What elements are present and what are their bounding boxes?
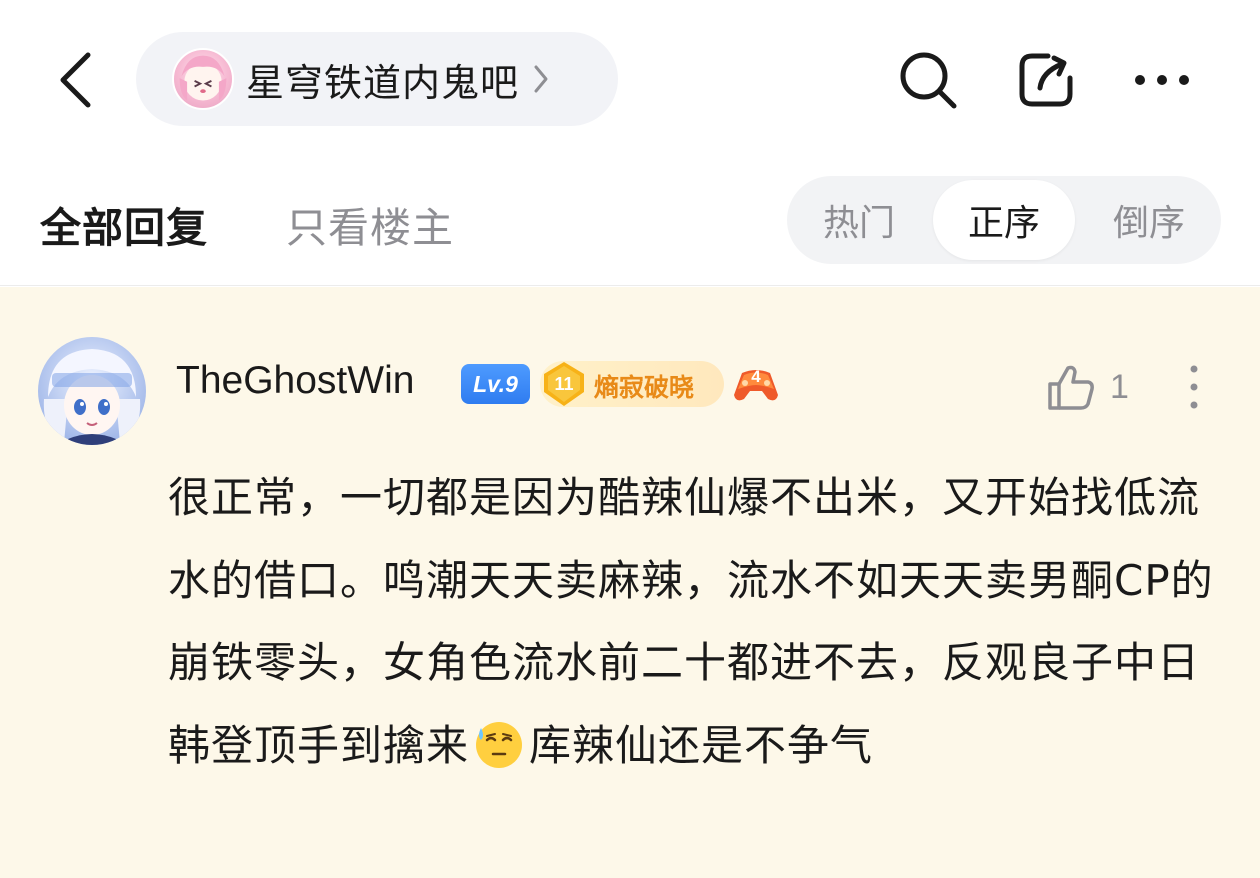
username[interactable]: TheGhostWin — [176, 359, 414, 403]
fan-level: 11 — [554, 373, 574, 394]
top-bar: 星穹铁道内鬼吧 — [0, 0, 1260, 160]
fan-title: 熵寂破晓 — [594, 373, 695, 402]
forum-avatar — [172, 48, 234, 110]
avatar[interactable] — [38, 337, 146, 445]
level-badge: Lv.9 — [461, 364, 530, 404]
tab-all-replies[interactable]: 全部回复 — [40, 194, 208, 254]
thumbs-up-icon — [1048, 365, 1094, 410]
fan-badge[interactable]: 11 熵寂破晓 — [540, 361, 724, 407]
sort-descending-button[interactable]: 倒序 — [1077, 180, 1221, 260]
more-button[interactable] — [1122, 40, 1202, 120]
reply-filter-bar: 全部回复 只看楼主 热门 正序 倒序 — [0, 160, 1260, 286]
more-vertical-icon — [1190, 365, 1198, 409]
sort-ascending-button[interactable]: 正序 — [933, 180, 1075, 260]
share-button[interactable] — [1006, 40, 1086, 120]
reply-more-button[interactable] — [1174, 357, 1214, 417]
sweat-smirk-emoji-icon — [476, 721, 523, 768]
like-count: 1 — [1110, 367, 1129, 406]
search-button[interactable] — [888, 40, 968, 120]
forum-entry-button[interactable]: 星穹铁道内鬼吧 — [136, 32, 618, 126]
game-badge[interactable]: 4 — [732, 359, 780, 407]
search-icon — [900, 52, 957, 109]
game-level: 4 — [751, 367, 761, 386]
sort-segmented-control: 热门 正序 倒序 — [787, 176, 1221, 264]
fan-level-shield-icon: 11 — [540, 360, 588, 408]
share-icon — [1019, 53, 1073, 107]
back-button[interactable] — [40, 40, 110, 120]
forum-name: 星穹铁道内鬼吧 — [246, 60, 520, 105]
tab-op-only[interactable]: 只看楼主 — [286, 194, 454, 254]
chevron-right-icon — [533, 64, 549, 94]
chevron-left-icon — [60, 52, 91, 108]
more-horizontal-icon — [1135, 75, 1189, 85]
reply-item: TheGhostWin Lv.9 11 熵寂破晓 4 1 很正常，一切都是因为酷… — [0, 287, 1260, 878]
reply-content: 很正常，一切都是因为酷辣仙爆不出米，又开始找低流水的借口。鸣潮天天卖麻辣，流水不… — [168, 457, 1228, 787]
sort-hot-button[interactable]: 热门 — [787, 180, 931, 260]
like-button[interactable]: 1 — [1046, 359, 1129, 415]
reply-text-part-2: 库辣仙还是不争气 — [529, 720, 874, 770]
